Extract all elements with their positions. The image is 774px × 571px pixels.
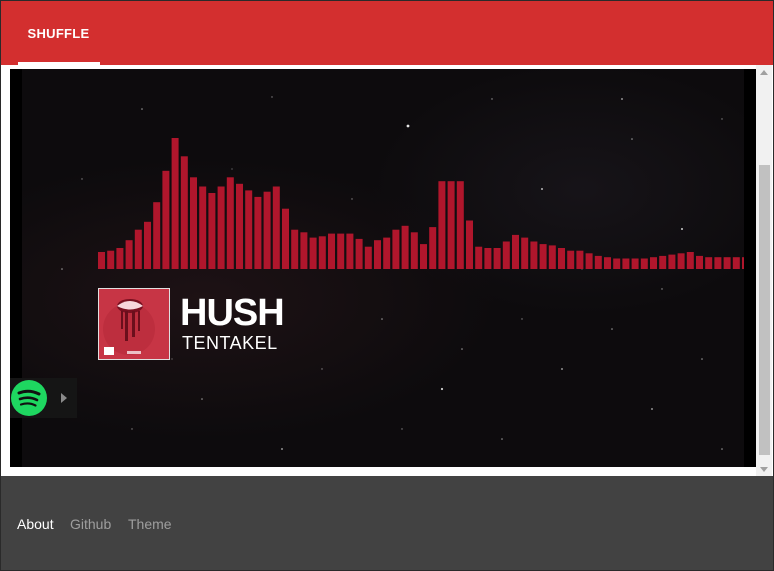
visualizer-bar — [355, 238, 363, 269]
visualizer-bar — [420, 244, 427, 269]
visualizer-bar — [594, 255, 602, 269]
visualizer-bar — [493, 248, 501, 269]
top-app-bar: SHUFFLE — [1, 1, 773, 65]
scrollbar-thumb[interactable] — [759, 165, 770, 455]
album-art — [98, 288, 170, 360]
footer-link-theme[interactable]: Theme — [128, 516, 172, 532]
visualizer-bar — [98, 252, 105, 269]
visualizer-bar — [291, 229, 299, 269]
visualizer-bar — [466, 220, 473, 269]
visualizer-bar — [300, 232, 308, 269]
visualizer-bar — [705, 257, 713, 269]
visualizer-bar — [180, 156, 188, 269]
visualizer-bar — [107, 250, 115, 269]
visualizer-bar — [585, 253, 593, 269]
visualizer-bar — [346, 233, 354, 269]
visualizer-bar — [622, 258, 630, 269]
visualizer-bar — [668, 254, 676, 269]
tab-shuffle-label: SHUFFLE — [27, 25, 90, 41]
scroll-up-arrow-icon[interactable] — [756, 65, 772, 79]
footer-link-about[interactable]: About — [17, 516, 54, 532]
visualizer-bar — [604, 257, 611, 269]
visualizer-bar — [337, 233, 345, 269]
visualizer-bar — [245, 190, 253, 269]
visualizer-bar — [208, 193, 216, 269]
content-frame: HUSH TENTAKEL — [1, 65, 773, 476]
visualizer-bar — [640, 258, 648, 269]
visualizer-bar — [576, 250, 584, 269]
visualizer-bar — [723, 257, 731, 269]
visualizer-bar — [116, 248, 124, 269]
tab-shuffle[interactable]: SHUFFLE — [17, 1, 100, 65]
visualizer-bar — [558, 248, 565, 269]
visualizer-bar — [714, 257, 722, 269]
visualizer-bar — [502, 241, 510, 269]
visualizer-bar — [272, 186, 280, 269]
starfield-background: HUSH TENTAKEL — [22, 69, 744, 467]
visualizer-bar — [438, 181, 446, 269]
visualizer-bar — [650, 257, 657, 269]
visualizer-bar — [318, 236, 326, 270]
visualizer-bar — [171, 138, 179, 269]
visualizer-bar — [567, 250, 575, 269]
visualizer-bar — [328, 233, 335, 269]
visualizer-bar — [696, 255, 703, 269]
visualizer-bar — [282, 208, 289, 269]
visualizer-bar — [162, 170, 170, 270]
visualizer-bar — [309, 237, 317, 269]
visualizer-bar — [429, 227, 437, 269]
visualizer-bar — [631, 258, 639, 269]
visualizer-bar — [659, 255, 667, 269]
visualizer-bar — [512, 234, 519, 269]
visualizer-bar — [548, 245, 556, 269]
visualizer-bar — [410, 232, 418, 269]
visualizer-bar — [521, 237, 529, 269]
visualizer-bar — [392, 229, 400, 269]
chevron-right-icon[interactable] — [56, 388, 72, 408]
visualizer-bar — [475, 246, 483, 269]
scroll-down-arrow-icon[interactable] — [756, 462, 772, 476]
visualizer-bar — [447, 181, 455, 269]
footer-link-github[interactable]: Github — [70, 516, 111, 532]
visualizer-bar — [153, 202, 161, 269]
visualizer-bar — [374, 240, 381, 269]
track-artist: TENTAKEL — [182, 333, 278, 353]
visualizer-bar — [401, 225, 409, 269]
visualizer-bar — [530, 241, 538, 269]
visualizer-bar — [677, 253, 685, 269]
visualizer-bar — [686, 252, 694, 269]
visualizer-bar — [742, 257, 744, 269]
track-title: HUSH — [180, 292, 285, 334]
visualizer-bar — [226, 177, 234, 269]
visualizer-viewport: HUSH TENTAKEL — [10, 69, 759, 467]
visualizer-bar — [732, 257, 740, 269]
visualizer-bar — [364, 246, 372, 269]
visualizer-bar — [613, 258, 621, 269]
visualizer-bar — [484, 248, 492, 269]
visualizer-bar — [134, 229, 142, 269]
visualizer-bar — [456, 181, 464, 269]
visualizer-bar — [236, 183, 243, 269]
visualizer-bar — [217, 186, 225, 269]
vertical-scrollbar[interactable] — [756, 65, 772, 476]
footer: About Github Theme — [1, 476, 773, 570]
spotify-icon[interactable] — [10, 379, 48, 417]
visualizer-bar — [539, 244, 547, 269]
visualizer-bar — [199, 186, 207, 269]
visualizer-bar — [263, 191, 271, 269]
visualizer-bar — [254, 196, 262, 269]
spotify-widget — [10, 378, 77, 418]
visualizer-bar — [125, 240, 133, 269]
visualizer-bar — [383, 237, 391, 269]
visualizer-bar — [190, 177, 197, 269]
audio-visualizer — [98, 138, 744, 270]
visualizer-bar — [144, 221, 151, 269]
